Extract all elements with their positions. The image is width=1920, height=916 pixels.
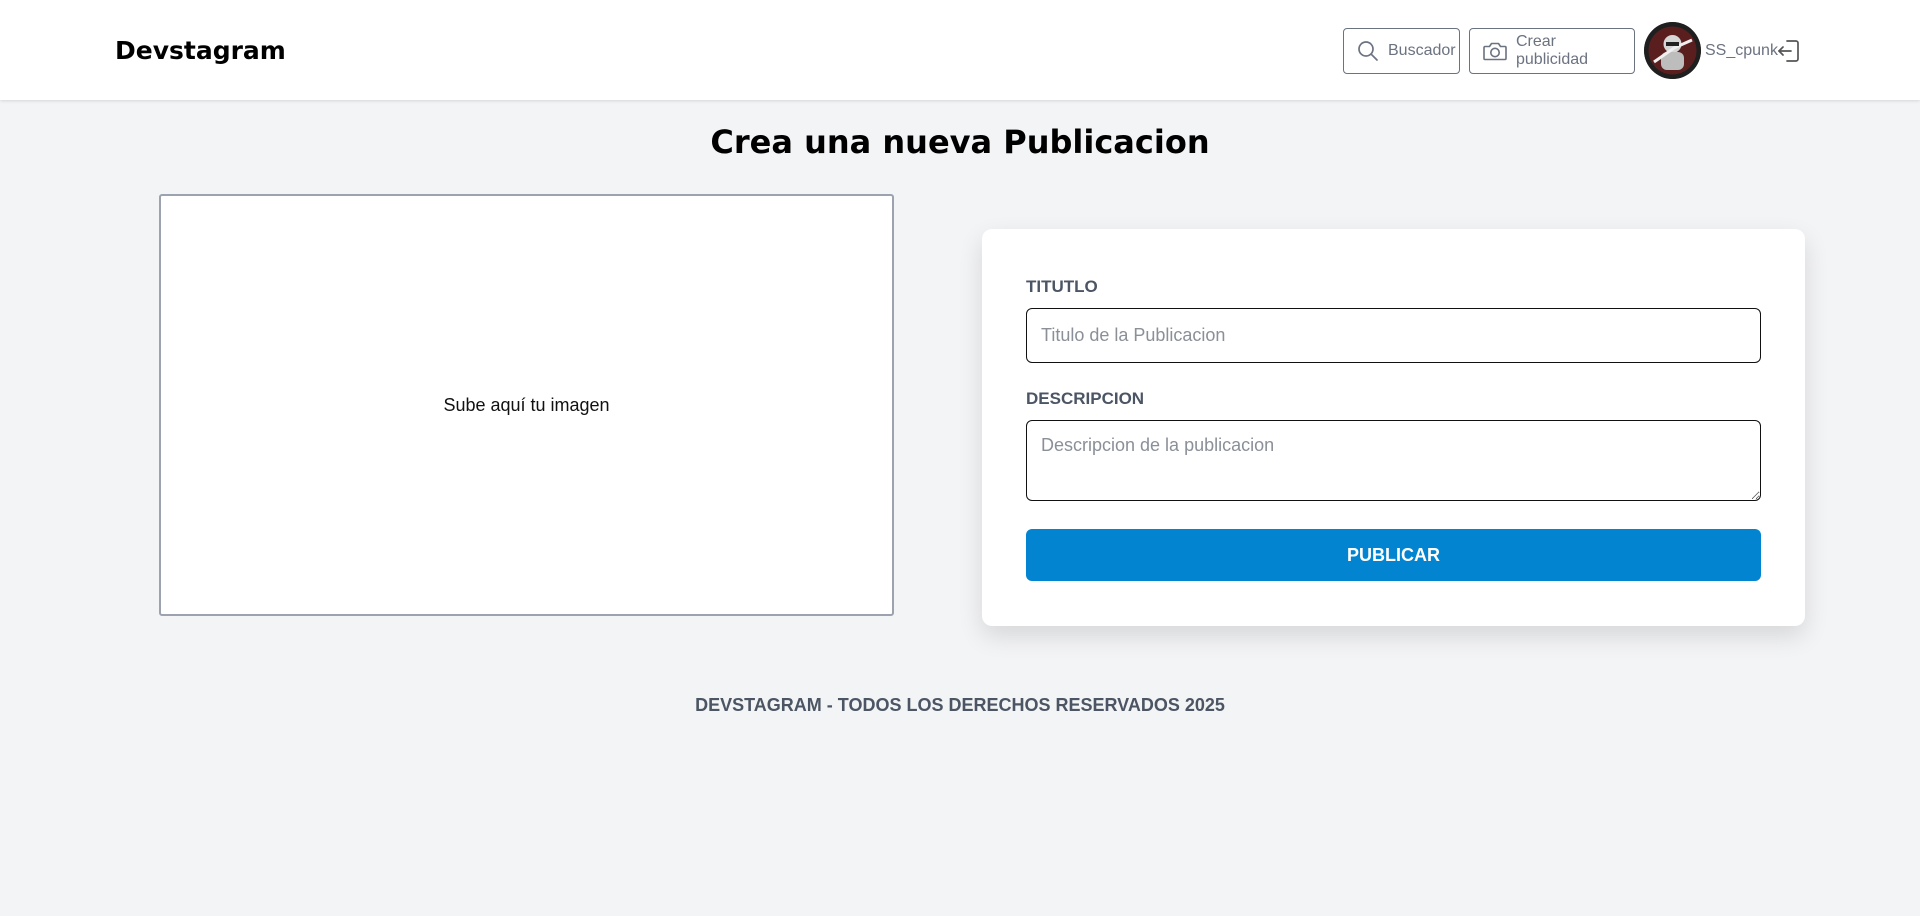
footer-copyright: DEVSTAGRAM - TODOS LOS DERECHOS RESERVAD… [695,695,1225,715]
title-input[interactable] [1026,308,1761,363]
search-button[interactable]: Buscador [1343,28,1460,74]
camera-icon [1482,39,1508,63]
publish-button[interactable]: PUBLICAR [1026,529,1761,581]
post-form: TITUTLO DESCRIPCION PUBLICAR [982,229,1805,626]
image-dropzone[interactable]: Sube aquí tu imagen [159,194,894,616]
create-post-button[interactable]: Crear publicidad [1469,28,1635,74]
search-icon [1356,39,1380,63]
top-navbar: Devstagram Buscador Crear publicidad SS_… [0,0,1920,100]
title-label: TITUTLO [1026,277,1098,296]
dropzone-text: Sube aquí tu imagen [443,394,610,415]
description-textarea[interactable] [1026,420,1761,501]
search-button-label: Buscador [1388,42,1456,59]
page-title: Crea una nueva Publicacion [710,123,1210,161]
description-label: DESCRIPCION [1026,389,1145,408]
site-logo[interactable]: Devstagram [115,36,286,65]
logout-icon[interactable] [1776,38,1802,64]
create-post-button-label: Crear publicidad [1516,33,1589,68]
username-link[interactable]: SS_cpunk [1705,42,1778,60]
avatar[interactable] [1644,22,1701,79]
